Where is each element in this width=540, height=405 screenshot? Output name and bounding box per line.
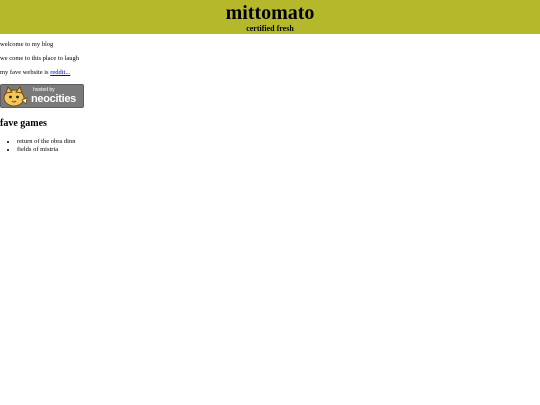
list-item: fields of mistria bbox=[17, 146, 75, 154]
laugh-text: we come to this place to laugh bbox=[0, 55, 80, 62]
site-title: mittomato bbox=[225, 2, 315, 24]
neocities-cat-icon bbox=[3, 86, 28, 107]
fave-website-text: my fave website is reddit... bbox=[0, 69, 70, 77]
fave-website-prefix: my fave website is bbox=[0, 69, 51, 76]
list-item: return of the obra dinn bbox=[17, 138, 75, 146]
reddit-link[interactable]: reddit... bbox=[50, 69, 70, 76]
site-header: mittomato certified fresh bbox=[0, 0, 540, 34]
welcome-text: welcome to my blog bbox=[0, 41, 54, 48]
fave-games-heading: fave games bbox=[0, 118, 47, 129]
neocities-badge[interactable]: hosted by neocities bbox=[0, 84, 84, 108]
site-tagline: certified fresh bbox=[246, 24, 294, 33]
badge-brand-label: neocities bbox=[31, 93, 76, 105]
fave-games-list: return of the obra dinn fields of mistri… bbox=[0, 138, 75, 153]
